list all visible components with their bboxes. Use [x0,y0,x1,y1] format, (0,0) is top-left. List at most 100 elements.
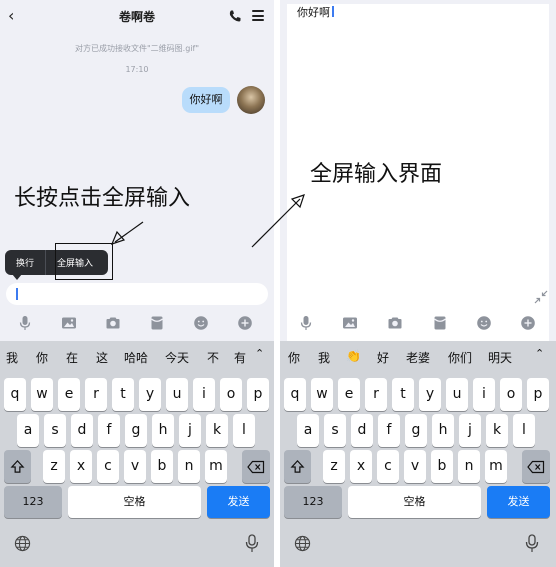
microphone-icon[interactable] [525,534,539,553]
candidate-word[interactable]: 有 [234,349,246,366]
key-c[interactable]: c [97,450,119,483]
candidate-word[interactable]: 老婆 [406,349,430,366]
space-key[interactable]: 空格 [348,486,481,518]
globe-icon[interactable] [14,535,31,552]
candidate-word[interactable]: 我 [318,349,330,366]
candidate-word[interactable]: 你 [36,349,48,366]
candidate-word[interactable]: 你 [288,349,300,366]
key-e[interactable]: e [338,378,360,411]
delete-key[interactable] [242,450,270,483]
plus-icon[interactable] [520,315,536,331]
shift-key[interactable] [284,450,311,483]
key-c[interactable]: c [377,450,399,483]
number-key[interactable]: 123 [4,486,62,518]
image-icon[interactable] [61,315,77,331]
key-q[interactable]: q [284,378,306,411]
key-z[interactable]: z [43,450,65,483]
emoji-icon[interactable] [193,315,209,331]
candidate-word[interactable]: 今天 [165,349,189,366]
key-m[interactable]: m [205,450,227,483]
red-packet-icon[interactable] [149,315,165,331]
candidate-word[interactable]: 我 [6,349,18,366]
key-j[interactable]: j [459,414,481,447]
chevron-up-icon[interactable]: ⌃ [255,347,264,360]
key-w[interactable]: w [311,378,333,411]
key-q[interactable]: q [4,378,26,411]
camera-icon[interactable] [105,315,121,331]
key-g[interactable]: g [405,414,427,447]
phone-icon[interactable] [228,9,242,23]
candidate-word[interactable]: 好 [377,349,389,366]
red-packet-icon[interactable] [432,315,448,331]
shift-key[interactable] [4,450,31,483]
candidate-word[interactable]: 哈哈 [124,349,148,366]
key-f[interactable]: f [378,414,400,447]
message-input[interactable] [6,283,268,305]
key-a[interactable]: a [297,414,319,447]
key-x[interactable]: x [70,450,92,483]
key-s[interactable]: s [324,414,346,447]
image-icon[interactable] [342,315,358,331]
key-k[interactable]: k [486,414,508,447]
key-j[interactable]: j [179,414,201,447]
number-key[interactable]: 123 [284,486,342,518]
candidate-word[interactable]: 不 [207,349,219,366]
shrink-icon[interactable] [534,290,548,304]
menu-icon[interactable] [252,10,264,21]
candidate-word[interactable]: 在 [66,349,78,366]
candidate-word[interactable]: 你们 [448,349,472,366]
emoji-icon[interactable] [476,315,492,331]
key-r[interactable]: r [365,378,387,411]
key-n[interactable]: n [178,450,200,483]
key-b[interactable]: b [151,450,173,483]
chevron-up-icon[interactable]: ⌃ [535,347,544,360]
microphone-icon[interactable] [245,534,259,553]
key-n[interactable]: n [458,450,480,483]
camera-icon[interactable] [387,315,403,331]
delete-key[interactable] [522,450,550,483]
key-z[interactable]: z [323,450,345,483]
key-v[interactable]: v [124,450,146,483]
message-bubble[interactable]: 你好啊 [182,87,230,113]
key-w[interactable]: w [31,378,53,411]
plus-icon[interactable] [237,315,253,331]
key-d[interactable]: d [71,414,93,447]
key-i[interactable]: i [193,378,215,411]
globe-icon[interactable] [294,535,311,552]
key-y[interactable]: y [139,378,161,411]
key-a[interactable]: a [17,414,39,447]
key-h[interactable]: h [152,414,174,447]
candidate-emoji[interactable]: 👏 [346,349,361,363]
key-r[interactable]: r [85,378,107,411]
key-l[interactable]: l [233,414,255,447]
key-h[interactable]: h [432,414,454,447]
candidate-word[interactable]: 这 [96,349,108,366]
key-g[interactable]: g [125,414,147,447]
key-p[interactable]: p [247,378,269,411]
microphone-icon[interactable] [17,315,33,331]
key-u[interactable]: u [166,378,188,411]
microphone-icon[interactable] [298,315,314,331]
key-m[interactable]: m [485,450,507,483]
send-key[interactable]: 发送 [207,486,270,518]
key-o[interactable]: o [220,378,242,411]
key-k[interactable]: k [206,414,228,447]
key-s[interactable]: s [44,414,66,447]
key-i[interactable]: i [473,378,495,411]
key-x[interactable]: x [350,450,372,483]
key-e[interactable]: e [58,378,80,411]
key-v[interactable]: v [404,450,426,483]
key-l[interactable]: l [513,414,535,447]
key-o[interactable]: o [500,378,522,411]
key-t[interactable]: t [392,378,414,411]
key-u[interactable]: u [446,378,468,411]
key-d[interactable]: d [351,414,373,447]
key-y[interactable]: y [419,378,441,411]
key-p[interactable]: p [527,378,549,411]
key-f[interactable]: f [98,414,120,447]
avatar[interactable] [237,86,265,114]
key-b[interactable]: b [431,450,453,483]
send-key[interactable]: 发送 [487,486,550,518]
candidate-word[interactable]: 明天 [488,349,512,366]
menu-item-newline[interactable]: 换行 [16,256,34,269]
